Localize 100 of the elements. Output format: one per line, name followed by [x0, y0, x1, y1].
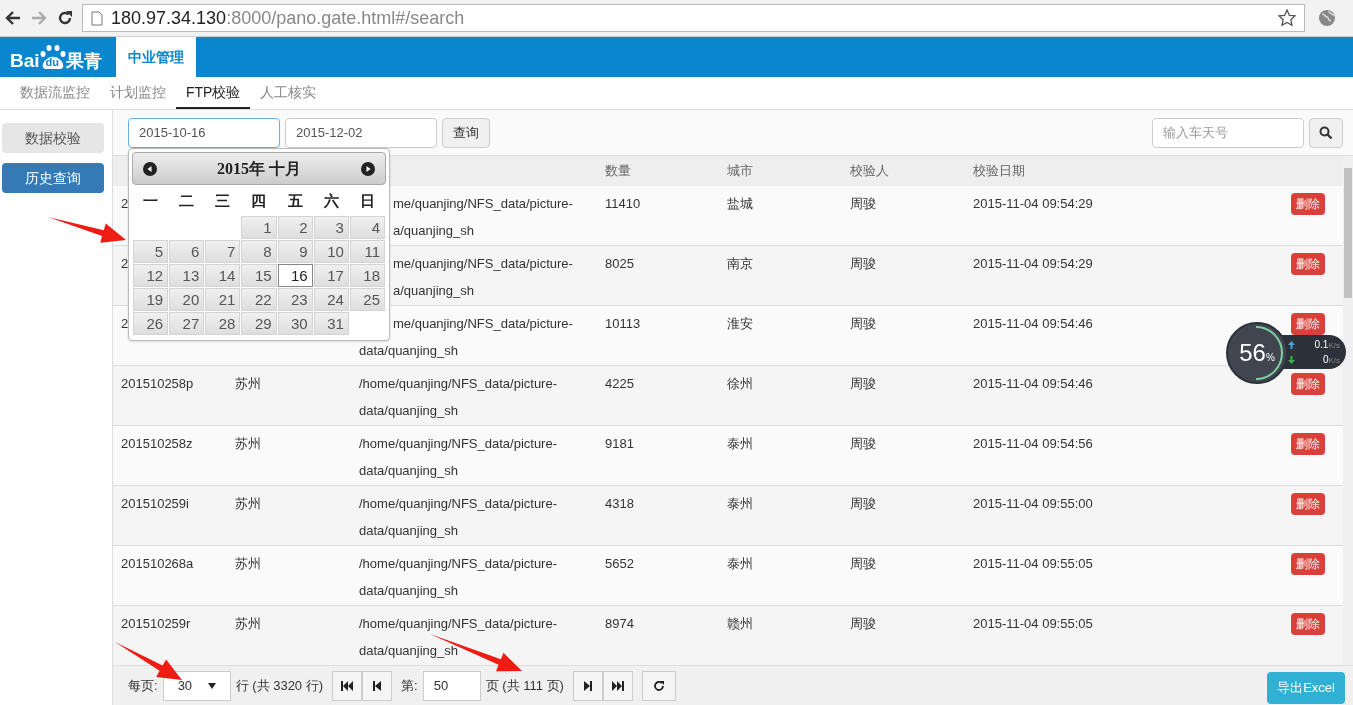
logo-text: du	[45, 57, 60, 68]
calendar-day[interactable]: 4	[349, 216, 385, 239]
table-cell-text: data/quanjing_sh	[359, 342, 459, 360]
calendar-day[interactable]: 8	[241, 240, 277, 263]
page-label: 第:	[401, 676, 418, 695]
globe-icon[interactable]	[1317, 8, 1337, 28]
sidebar-item[interactable]: 数据校验	[2, 123, 104, 153]
end-date-field[interactable]: 2015-12-02	[285, 117, 437, 148]
table-cell-text: me/quanjing/NFS_data/picture-	[393, 255, 573, 273]
table-cell: 周骏	[850, 556, 876, 571]
refresh-button[interactable]	[641, 670, 676, 701]
paw-icon	[39, 44, 66, 70]
subnav-tab[interactable]: 人工核实	[250, 77, 327, 109]
table-cell: 苏州	[235, 496, 261, 511]
pager-button[interactable]	[572, 670, 603, 701]
calendar-day[interactable]: 7	[205, 240, 241, 263]
gauge-percent: 56%	[1239, 338, 1275, 368]
back-icon[interactable]	[4, 9, 22, 27]
up-arrow-icon	[1288, 340, 1295, 349]
table-cell: 2015-11-04 09:54:46	[973, 316, 1093, 331]
column-header: 校验人	[850, 163, 889, 179]
next-month-icon[interactable]	[361, 161, 375, 176]
pager-button[interactable]	[362, 670, 393, 701]
page-field[interactable]: 50	[422, 670, 481, 701]
table-cell: 2015-11-04 09:54:29	[973, 196, 1093, 211]
table-cell-text: a/quanjing_sh	[393, 222, 474, 240]
calendar-day[interactable]: 31	[313, 312, 349, 335]
table-cell: 9181	[605, 436, 634, 451]
delete-button[interactable]: 删除	[1291, 253, 1325, 275]
table-cell: 苏州	[235, 436, 261, 451]
table-cell: 周骏	[850, 196, 876, 211]
table-cell-text: /home/quanjing/NFS_data/picture-	[359, 495, 557, 513]
calendar-day[interactable]: 24	[313, 288, 349, 311]
subnav-tab[interactable]: 数据流监控	[10, 77, 100, 109]
calendar-day[interactable]: 29	[241, 312, 277, 335]
calendar-day[interactable]: 27	[169, 312, 205, 335]
start-date-field[interactable]: 2015-10-16	[128, 117, 280, 148]
delete-button[interactable]: 删除	[1291, 193, 1325, 215]
table-cell: 泰州	[727, 556, 753, 571]
reload-icon[interactable]	[56, 9, 74, 27]
calendar-day[interactable]: 16	[277, 264, 313, 287]
calendar-day[interactable]: 23	[277, 288, 313, 311]
calendar-day[interactable]: 30	[277, 312, 313, 335]
delete-button[interactable]: 删除	[1291, 433, 1325, 455]
table-cell: 2015-11-04 09:55:05	[973, 616, 1093, 631]
table-cell: 2015-11-04 09:54:56	[973, 436, 1093, 451]
calendar-day[interactable]: 20	[169, 288, 205, 311]
calendar-day[interactable]: 9	[277, 240, 313, 263]
sidebar-item[interactable]: 历史查询	[2, 163, 104, 193]
pager-button[interactable]	[602, 670, 633, 701]
delete-button[interactable]: 删除	[1291, 613, 1325, 635]
delete-button[interactable]: 删除	[1291, 373, 1325, 395]
delete-button[interactable]: 删除	[1291, 493, 1325, 515]
table-cell-text: me/quanjing/NFS_data/picture-	[393, 195, 573, 213]
search-field[interactable]: 输入车天号	[1152, 117, 1304, 148]
table-cell: 5652	[605, 556, 634, 571]
delete-button[interactable]: 删除	[1291, 553, 1325, 575]
table-cell: 11410	[605, 196, 641, 211]
calendar-day[interactable]: 17	[313, 264, 349, 287]
column-header: 数量	[605, 163, 631, 179]
calendar-day[interactable]: 25	[349, 288, 385, 311]
calendar-day[interactable]: 21	[205, 288, 241, 311]
calendar-day[interactable]: 18	[349, 264, 385, 287]
nav-tab[interactable]: 中业管理	[115, 37, 196, 77]
address-bar[interactable]: 180.97.34.130:8000/pano.gate.html#/search	[82, 4, 1305, 32]
bookmark-star-icon[interactable]	[1278, 9, 1296, 27]
per-page-select[interactable]: 30	[162, 670, 231, 701]
pager-button[interactable]	[332, 670, 363, 701]
table-cell: 201510258p	[121, 376, 194, 391]
calendar-day[interactable]: 22	[241, 288, 277, 311]
calendar-day[interactable]: 12	[133, 264, 169, 287]
previous-month-icon[interactable]	[143, 161, 157, 176]
scrollbar-thumb[interactable]	[1344, 168, 1352, 298]
calendar-day[interactable]: 13	[169, 264, 205, 287]
table-cell: 8974	[605, 616, 634, 631]
table-cell: 苏州	[235, 376, 261, 391]
table-cell: 苏州	[235, 616, 261, 631]
calendar-day[interactable]: 11	[349, 240, 385, 263]
calendar-day[interactable]: 3	[313, 216, 349, 239]
table-cell: 4225	[605, 376, 634, 391]
query-button[interactable]: 查询	[442, 117, 490, 148]
calendar-day[interactable]: 6	[169, 240, 205, 263]
table-cell: 周骏	[850, 376, 876, 391]
calendar-day[interactable]: 14	[205, 264, 241, 287]
calendar-day[interactable]: 2	[277, 216, 313, 239]
table-cell-text: /home/quanjing/NFS_data/picture-	[359, 615, 557, 633]
calendar-day[interactable]: 19	[133, 288, 169, 311]
previous-page-icon	[373, 680, 382, 691]
delete-button[interactable]: 删除	[1291, 313, 1325, 335]
subnav-tab[interactable]: 计划监控	[100, 77, 176, 109]
calendar-day[interactable]: 26	[133, 312, 169, 335]
calendar-day[interactable]: 15	[241, 264, 277, 287]
search-button[interactable]	[1309, 117, 1343, 148]
calendar-day[interactable]: 5	[133, 240, 169, 263]
first-page-icon	[341, 680, 354, 691]
weekday-label: 四	[251, 191, 267, 211]
calendar-day[interactable]: 28	[205, 312, 241, 335]
table-cell: 201510259r	[121, 616, 191, 631]
calendar-day[interactable]: 10	[313, 240, 349, 263]
calendar-day[interactable]: 1	[241, 216, 277, 239]
